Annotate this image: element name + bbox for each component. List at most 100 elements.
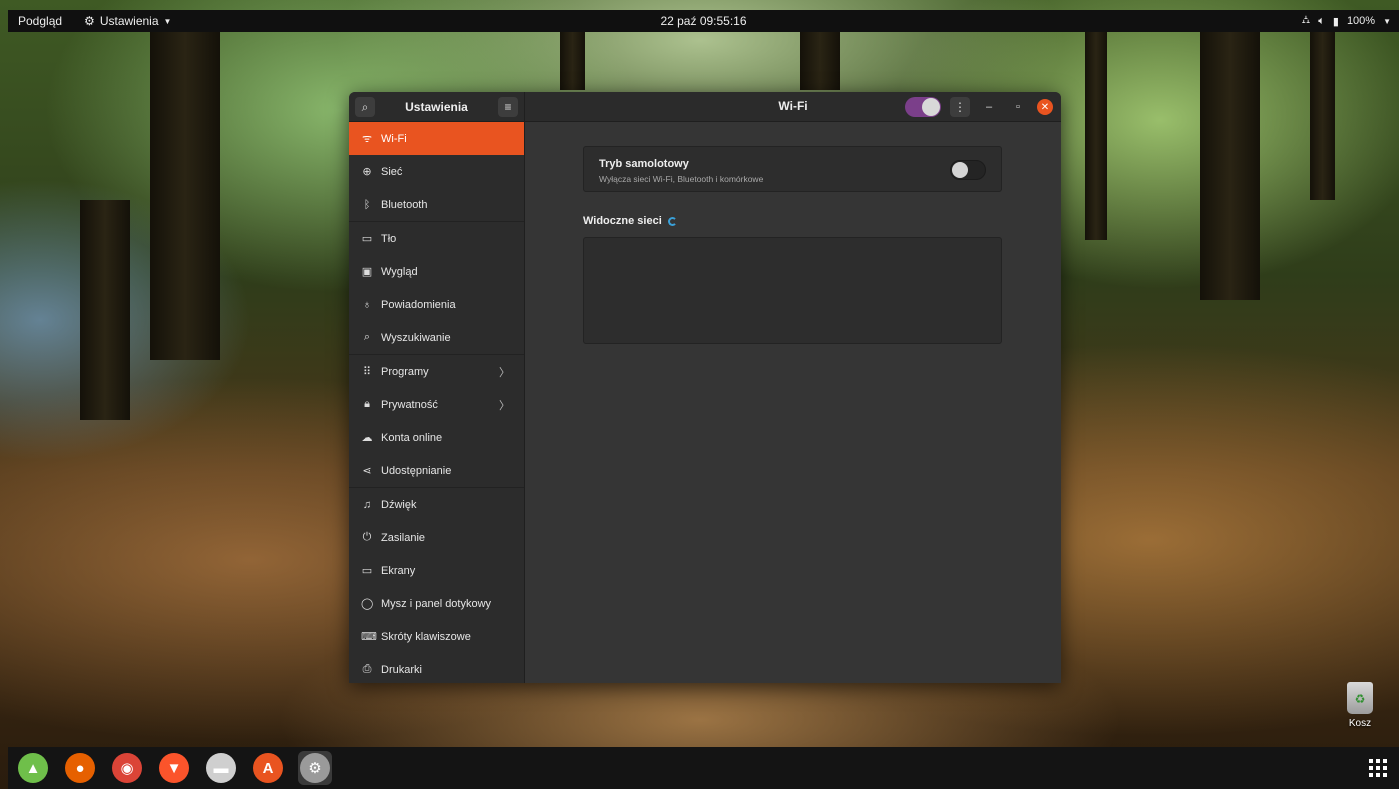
dock-app-firefox[interactable]: ● bbox=[63, 751, 97, 785]
toggle-knob bbox=[922, 98, 940, 116]
chevron-right-icon: 〉 bbox=[499, 399, 510, 412]
tree-trunk bbox=[1085, 30, 1107, 240]
clock[interactable]: 22 paź 09:55:16 bbox=[660, 14, 746, 28]
minimize-button[interactable]: – bbox=[979, 97, 999, 117]
android-studio-icon: ▲ bbox=[18, 753, 48, 783]
sidebar-item-bluetooth[interactable]: ᛒ Bluetooth bbox=[349, 188, 524, 221]
top-bar: Podgląd ⚙ Ustawienia ▼ 22 paź 09:55:16 ⛼… bbox=[8, 10, 1399, 32]
sidebar-item-label: Powiadomienia bbox=[381, 298, 456, 311]
sidebar-header: ⌕ Ustawienia ≡ bbox=[349, 92, 525, 122]
brave-icon: ▼ bbox=[159, 753, 189, 783]
toggle-knob bbox=[952, 162, 968, 178]
close-button[interactable]: ✕ bbox=[1037, 99, 1053, 115]
dock-app-files[interactable]: ▬ bbox=[204, 751, 238, 785]
dock-app-chrome[interactable]: ◉ bbox=[110, 751, 144, 785]
sidebar-item-keyboard[interactable]: ⌨ Skróty klawiszowe bbox=[349, 620, 524, 653]
sidebar-item-background[interactable]: ▭ Tło bbox=[349, 222, 524, 255]
chrome-icon: ◉ bbox=[112, 753, 142, 783]
sidebar-item-label: Ekrany bbox=[381, 564, 416, 577]
sidebar-item-wifi[interactable]: ᯤ Wi-Fi bbox=[349, 122, 524, 155]
sidebar-item-cloud[interactable]: ☁ Konta online bbox=[349, 421, 524, 454]
mouse-icon: ◯ bbox=[361, 598, 374, 610]
sidebar-item-mouse[interactable]: ◯ Mysz i panel dotykowy bbox=[349, 587, 524, 620]
sidebar-item-network-globe[interactable]: ⊕ Sieć bbox=[349, 155, 524, 188]
battery-percent: 100% bbox=[1346, 15, 1376, 27]
cloud-icon: ☁ bbox=[361, 432, 373, 444]
sidebar-item-lock[interactable]: 🔒︎ Prywatność 〉 bbox=[349, 388, 524, 421]
sidebar-item-label: Konta online bbox=[381, 431, 443, 444]
grid-dot bbox=[1383, 766, 1387, 770]
menu-button[interactable]: ≡ bbox=[497, 97, 518, 117]
sidebar-item-label: Bluetooth bbox=[381, 198, 428, 211]
hamburger-icon: ≡ bbox=[504, 100, 512, 114]
dock-app-android-studio[interactable]: ▲ bbox=[16, 751, 50, 785]
wifi-toggle[interactable] bbox=[905, 97, 941, 117]
wifi-icon: ᯤ bbox=[361, 133, 373, 145]
search-icon: ⌕ bbox=[361, 99, 369, 114]
printer-icon: ⎙ bbox=[362, 663, 372, 675]
app-menu[interactable]: ⚙ Ustawienia ▼ bbox=[84, 14, 171, 28]
header-bar: ⌕ Ustawienia ≡ Wi-Fi ⋮ – ▫ ✕ bbox=[349, 92, 1061, 122]
sidebar-item-label: Dźwięk bbox=[381, 498, 417, 511]
sidebar-item-apps[interactable]: ⠿ Programy 〉 bbox=[349, 355, 524, 388]
lock-icon: 🔒︎ bbox=[364, 398, 370, 410]
system-status-menu[interactable]: ⛼ 🔈︎ ▮ 100% ▼ bbox=[1302, 14, 1399, 28]
vertical-dots-icon: ⋮ bbox=[954, 100, 966, 114]
dock-app-software-center[interactable]: A bbox=[251, 751, 285, 785]
apps-icon: ⠿ bbox=[362, 366, 372, 378]
sidebar-item-label: Wyszukiwanie bbox=[381, 331, 451, 344]
minimize-icon: – bbox=[985, 101, 993, 113]
power-icon: ⏻ bbox=[362, 531, 372, 543]
sidebar-item-label: Wi-Fi bbox=[381, 132, 407, 145]
dock-app-settings[interactable]: ⚙ bbox=[298, 751, 332, 785]
show-applications-button[interactable] bbox=[1367, 757, 1389, 779]
sidebar-item-appearance[interactable]: ▣ Wygląd bbox=[349, 255, 524, 288]
maximize-button[interactable]: ▫ bbox=[1008, 97, 1028, 117]
more-options-button[interactable]: ⋮ bbox=[950, 97, 970, 117]
trash-desktop-icon[interactable]: Kosz bbox=[1342, 682, 1378, 729]
sidebar-item-label: Programy bbox=[381, 365, 429, 378]
keyboard-icon: ⌨ bbox=[361, 631, 377, 643]
search-button[interactable]: ⌕ bbox=[355, 97, 375, 117]
sidebar-item-share[interactable]: ⋖ Udostępnianie bbox=[349, 454, 524, 487]
caret-down-icon: ▼ bbox=[1383, 16, 1391, 26]
dock-app-brave[interactable]: ▼ bbox=[157, 751, 191, 785]
airplane-mode-row[interactable]: Tryb samolotowy Wyłącza sieci Wi-Fi, Blu… bbox=[583, 146, 1002, 192]
network-icon: ⛼ bbox=[1301, 14, 1311, 26]
sidebar-item-bell[interactable]: ♁ Powiadomienia bbox=[349, 288, 524, 321]
settings-window: ⌕ Ustawienia ≡ Wi-Fi ⋮ – ▫ ✕ ᯤ Wi-Fi ⊕ Sieć… bbox=[349, 92, 1061, 683]
airplane-mode-switch[interactable] bbox=[950, 160, 986, 180]
sidebar-item-label: Zasilanie bbox=[381, 531, 426, 544]
sidebar-item-label: Wygląd bbox=[381, 265, 418, 278]
grid-dot bbox=[1376, 773, 1380, 777]
grid-dot bbox=[1376, 759, 1380, 763]
software-center-icon: A bbox=[253, 753, 283, 783]
background-icon: ▭ bbox=[361, 233, 373, 245]
music-note-icon: ♫ bbox=[362, 498, 372, 511]
app-menu-label: Ustawienia bbox=[99, 14, 159, 28]
page-title: Wi-Fi bbox=[778, 99, 808, 113]
close-icon: ✕ bbox=[1040, 101, 1050, 113]
display-icon: ▭ bbox=[361, 565, 373, 577]
trash-icon bbox=[1347, 682, 1373, 714]
sidebar-item-display[interactable]: ▭ Ekrany bbox=[349, 554, 524, 587]
tree-trunk bbox=[1200, 30, 1260, 300]
tree-trunk bbox=[560, 30, 585, 90]
sidebar-item-label: Prywatność bbox=[381, 398, 438, 411]
sidebar-item-label: Sieć bbox=[381, 165, 403, 178]
grid-dot bbox=[1376, 766, 1380, 770]
grid-dot bbox=[1383, 759, 1387, 763]
sidebar-item-power[interactable]: ⏻ Zasilanie bbox=[349, 521, 524, 554]
sidebar-item-label: Skróty klawiszowe bbox=[381, 630, 471, 643]
grid-dot bbox=[1369, 766, 1373, 770]
volume-icon: 🔈︎ bbox=[1318, 14, 1325, 27]
activities-button[interactable]: Podgląd bbox=[18, 14, 62, 28]
loading-spinner-icon bbox=[667, 216, 677, 226]
caret-down-icon: ▼ bbox=[163, 16, 172, 26]
sidebar-item-search[interactable]: ⌕ Wyszukiwanie bbox=[349, 321, 524, 354]
grid-dot bbox=[1369, 773, 1373, 777]
sidebar-item-printer[interactable]: ⎙ Drukarki bbox=[349, 653, 524, 683]
trash-label: Kosz bbox=[1348, 718, 1372, 729]
sidebar-item-music-note[interactable]: ♫ Dźwięk bbox=[349, 488, 524, 521]
sidebar-item-label: Tło bbox=[381, 232, 397, 245]
